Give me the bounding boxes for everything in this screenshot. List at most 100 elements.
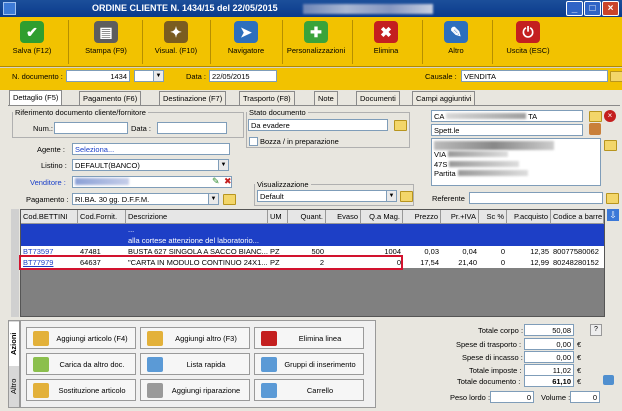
- ndoc-label: N. documento :: [12, 72, 63, 81]
- pagamento-folder-icon[interactable]: [223, 194, 236, 205]
- shipping-cost-input[interactable]: 0,00: [524, 338, 574, 350]
- clear-venditore-icon[interactable]: ✖: [224, 176, 232, 187]
- cart-button[interactable]: Carrello: [254, 379, 364, 401]
- ref-date-input[interactable]: [157, 122, 227, 134]
- referente-input[interactable]: [469, 192, 603, 204]
- minimize-button[interactable]: _: [566, 1, 583, 16]
- client-folder-icon[interactable]: [589, 111, 602, 122]
- tab-trasporto[interactable]: Trasporto (F8): [239, 91, 295, 105]
- tab-campi-aggiuntivi[interactable]: Campi aggiuntivi: [412, 91, 476, 105]
- total-document-label: Totale documento :: [457, 377, 521, 386]
- total-body-value: 50,08: [524, 324, 574, 336]
- col-um[interactable]: UM: [268, 210, 288, 224]
- cart-icon: [261, 383, 277, 398]
- col-cod-bettini[interactable]: Cod.BETTINI: [21, 210, 78, 224]
- table-row[interactable]: alla cortese attenzione del laboratorio.…: [21, 235, 604, 246]
- pagamento-dropdown[interactable]: ▼: [208, 193, 219, 205]
- col-prezzo[interactable]: Prezzo: [403, 210, 441, 224]
- maximize-button[interactable]: □: [584, 1, 601, 16]
- sort-down-icon[interactable]: ⇩: [607, 209, 619, 221]
- redacted-venditore: [75, 178, 129, 185]
- view-dropdown[interactable]: ▼: [386, 190, 397, 202]
- agente-input[interactable]: Seleziona...: [72, 143, 230, 155]
- date-input[interactable]: 22/05/2015: [209, 70, 277, 82]
- pagamento-label: Pagamento :: [26, 195, 69, 204]
- bozza-label: Bozza / in preparazione: [260, 137, 339, 146]
- help-button[interactable]: ?: [590, 324, 602, 336]
- customizations-button[interactable]: ✚ Personalizzazioni: [286, 20, 346, 64]
- detail-grid: Cod.BETTINI Cod.Fornit. Descrizione UM Q…: [19, 209, 605, 317]
- gross-weight-input[interactable]: 0: [490, 391, 534, 403]
- add-repair-button[interactable]: Aggiungi riparazione: [140, 379, 250, 401]
- print-button[interactable]: ▤ Stampa (F9): [76, 20, 136, 64]
- collection-cost-input[interactable]: 0,00: [524, 351, 574, 363]
- delete-button[interactable]: ✖ Elimina: [356, 20, 416, 64]
- load-from-doc-button[interactable]: Carica da altro doc.: [26, 353, 136, 375]
- repair-icon: [147, 383, 163, 398]
- delete-line-button[interactable]: Elimina linea: [254, 327, 364, 349]
- groups-icon: [261, 357, 277, 372]
- add-other-button[interactable]: Aggiungi altro (F3): [140, 327, 250, 349]
- table-row[interactable]: ...: [21, 224, 604, 235]
- col-p-acquisto[interactable]: P.acquisto: [507, 210, 551, 224]
- ndoc-suffix-input[interactable]: [134, 70, 154, 82]
- col-cod-fornit[interactable]: Cod.Fornit.: [78, 210, 126, 224]
- pagamento-input[interactable]: RI.BA. 30 gg. D.F.F.M.: [72, 193, 209, 205]
- edit-venditore-icon[interactable]: ✎: [212, 176, 220, 187]
- compass-icon: ➤: [234, 21, 258, 43]
- replace-icon: [33, 383, 49, 398]
- client-contact-icon[interactable]: [589, 123, 601, 135]
- bozza-checkbox[interactable]: [249, 137, 258, 146]
- view-button[interactable]: ✦ Visual. (F10): [146, 20, 206, 64]
- ref-date-label: Data :: [131, 124, 152, 133]
- window-title: ORDINE CLIENTE N. 1434/15 del 22/05/2015: [92, 3, 278, 13]
- venditore-input[interactable]: [72, 176, 232, 188]
- causale-input[interactable]: VENDITA: [461, 70, 608, 82]
- client-name-input[interactable]: CA TA: [431, 110, 583, 122]
- col-quant[interactable]: Quant.: [288, 210, 326, 224]
- causale-folder-icon[interactable]: [610, 71, 622, 82]
- ndoc-input[interactable]: 1434: [66, 70, 130, 82]
- calculator-icon[interactable]: [603, 375, 614, 385]
- collection-cost-label: Spese di incasso :: [462, 353, 523, 362]
- quick-list-button[interactable]: Lista rapida: [140, 353, 250, 375]
- exit-button[interactable]: ⏻ Uscita (ESC): [498, 20, 558, 64]
- tab-pagamento[interactable]: Pagamento (F6): [79, 91, 142, 105]
- other-button[interactable]: ✎ Altro: [426, 20, 486, 64]
- client-spett-input[interactable]: Spett.le: [431, 124, 583, 136]
- currency-1: €: [577, 340, 582, 349]
- col-qa-mag[interactable]: Q.a Mag.: [361, 210, 403, 224]
- venditore-label: Venditore :: [30, 178, 66, 187]
- add-article-button[interactable]: Aggiungi articolo (F4): [26, 327, 136, 349]
- col-descrizione[interactable]: Descrizione: [126, 210, 268, 224]
- listino-input[interactable]: DEFAULT(BANCO): [72, 159, 219, 171]
- volume-input[interactable]: 0: [570, 391, 600, 403]
- save-button[interactable]: ✔ Salva (F12): [2, 20, 62, 64]
- col-codice-barre[interactable]: Codice a barre: [551, 210, 604, 224]
- side-tab-altro[interactable]: Altro: [9, 368, 19, 404]
- col-pr-iva[interactable]: Pr.+IVA: [441, 210, 479, 224]
- load-doc-icon: [33, 357, 49, 372]
- ref-num-input[interactable]: [54, 122, 128, 134]
- client-remove-icon[interactable]: ×: [604, 110, 616, 122]
- delete-x-icon: ✖: [374, 21, 398, 43]
- listino-dropdown[interactable]: ▼: [218, 159, 229, 171]
- close-window-button[interactable]: ×: [602, 1, 619, 16]
- col-evaso[interactable]: Evaso: [326, 210, 361, 224]
- ndoc-suffix-dropdown[interactable]: ▼: [153, 70, 164, 82]
- status-input[interactable]: Da evadere: [248, 119, 388, 131]
- col-sc[interactable]: Sc %: [479, 210, 507, 224]
- replace-article-button[interactable]: Sostituzione articolo: [26, 379, 136, 401]
- side-tab-azioni[interactable]: Azioni: [9, 322, 19, 366]
- view-folder-icon[interactable]: [400, 191, 413, 202]
- tab-note[interactable]: Note: [314, 91, 338, 105]
- view-input[interactable]: Default: [257, 190, 387, 202]
- navigator-button[interactable]: ➤ Navigatore: [216, 20, 276, 64]
- address-folder-icon[interactable]: [604, 140, 617, 151]
- insertion-groups-button[interactable]: Gruppi di inserimento: [254, 353, 364, 375]
- referente-folder-icon[interactable]: [606, 193, 619, 204]
- tab-documenti[interactable]: Documenti: [356, 91, 400, 105]
- tab-dettaglio[interactable]: Dettaglio (F5): [9, 90, 63, 106]
- tab-destinazione[interactable]: Destinazione (F7): [159, 91, 227, 105]
- status-folder-icon[interactable]: [394, 120, 407, 131]
